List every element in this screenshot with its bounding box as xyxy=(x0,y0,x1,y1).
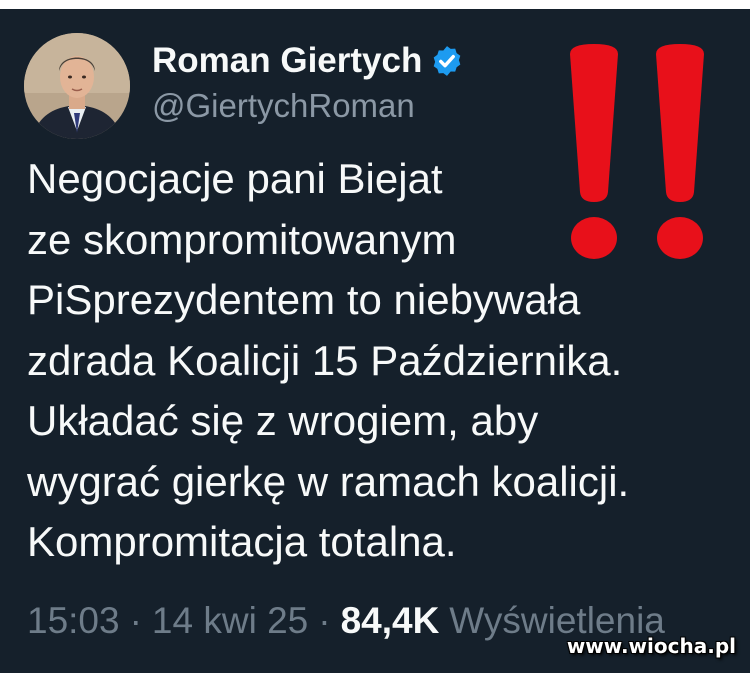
meta-separator: · xyxy=(318,600,331,641)
author-name-row: Roman Giertych xyxy=(152,38,464,84)
tweet-text-line: Negocjacje pani Biejat xyxy=(27,155,443,202)
author-handle[interactable]: @GiertychRoman xyxy=(152,87,415,125)
tweet-text: Negocjacje pani Biejat ze skompromitowan… xyxy=(27,149,727,573)
top-border xyxy=(0,0,750,9)
views-count[interactable]: 84,4K xyxy=(341,600,440,642)
tweet-text-line: ze skompromitowanym xyxy=(27,215,457,263)
tweet-text-line: PiSprezydentem to niebywała xyxy=(27,276,581,323)
meta-separator: · xyxy=(129,600,142,641)
tweet-text-line: Kompromitacja totalna. xyxy=(27,518,457,565)
author-display-name[interactable]: Roman Giertych xyxy=(152,41,422,81)
tweet-text-line: Układać się z wrogiem, aby xyxy=(27,397,539,444)
avatar[interactable] xyxy=(24,33,130,139)
tweet-date[interactable]: 14 kwi 25 xyxy=(152,600,308,642)
tweet-text-line: zdrada Koalicji 15 Października. xyxy=(27,336,623,384)
tweet-text-line: wygrać gierkę w ramach koalicji. xyxy=(27,457,630,505)
verified-badge-icon xyxy=(434,46,461,76)
tweet-time[interactable]: 15:03 xyxy=(27,600,120,642)
watermark: www.wiocha.pl xyxy=(566,634,736,658)
tweet-screenshot: Roman Giertych @GiertychRoman Negocjacje… xyxy=(0,0,750,673)
